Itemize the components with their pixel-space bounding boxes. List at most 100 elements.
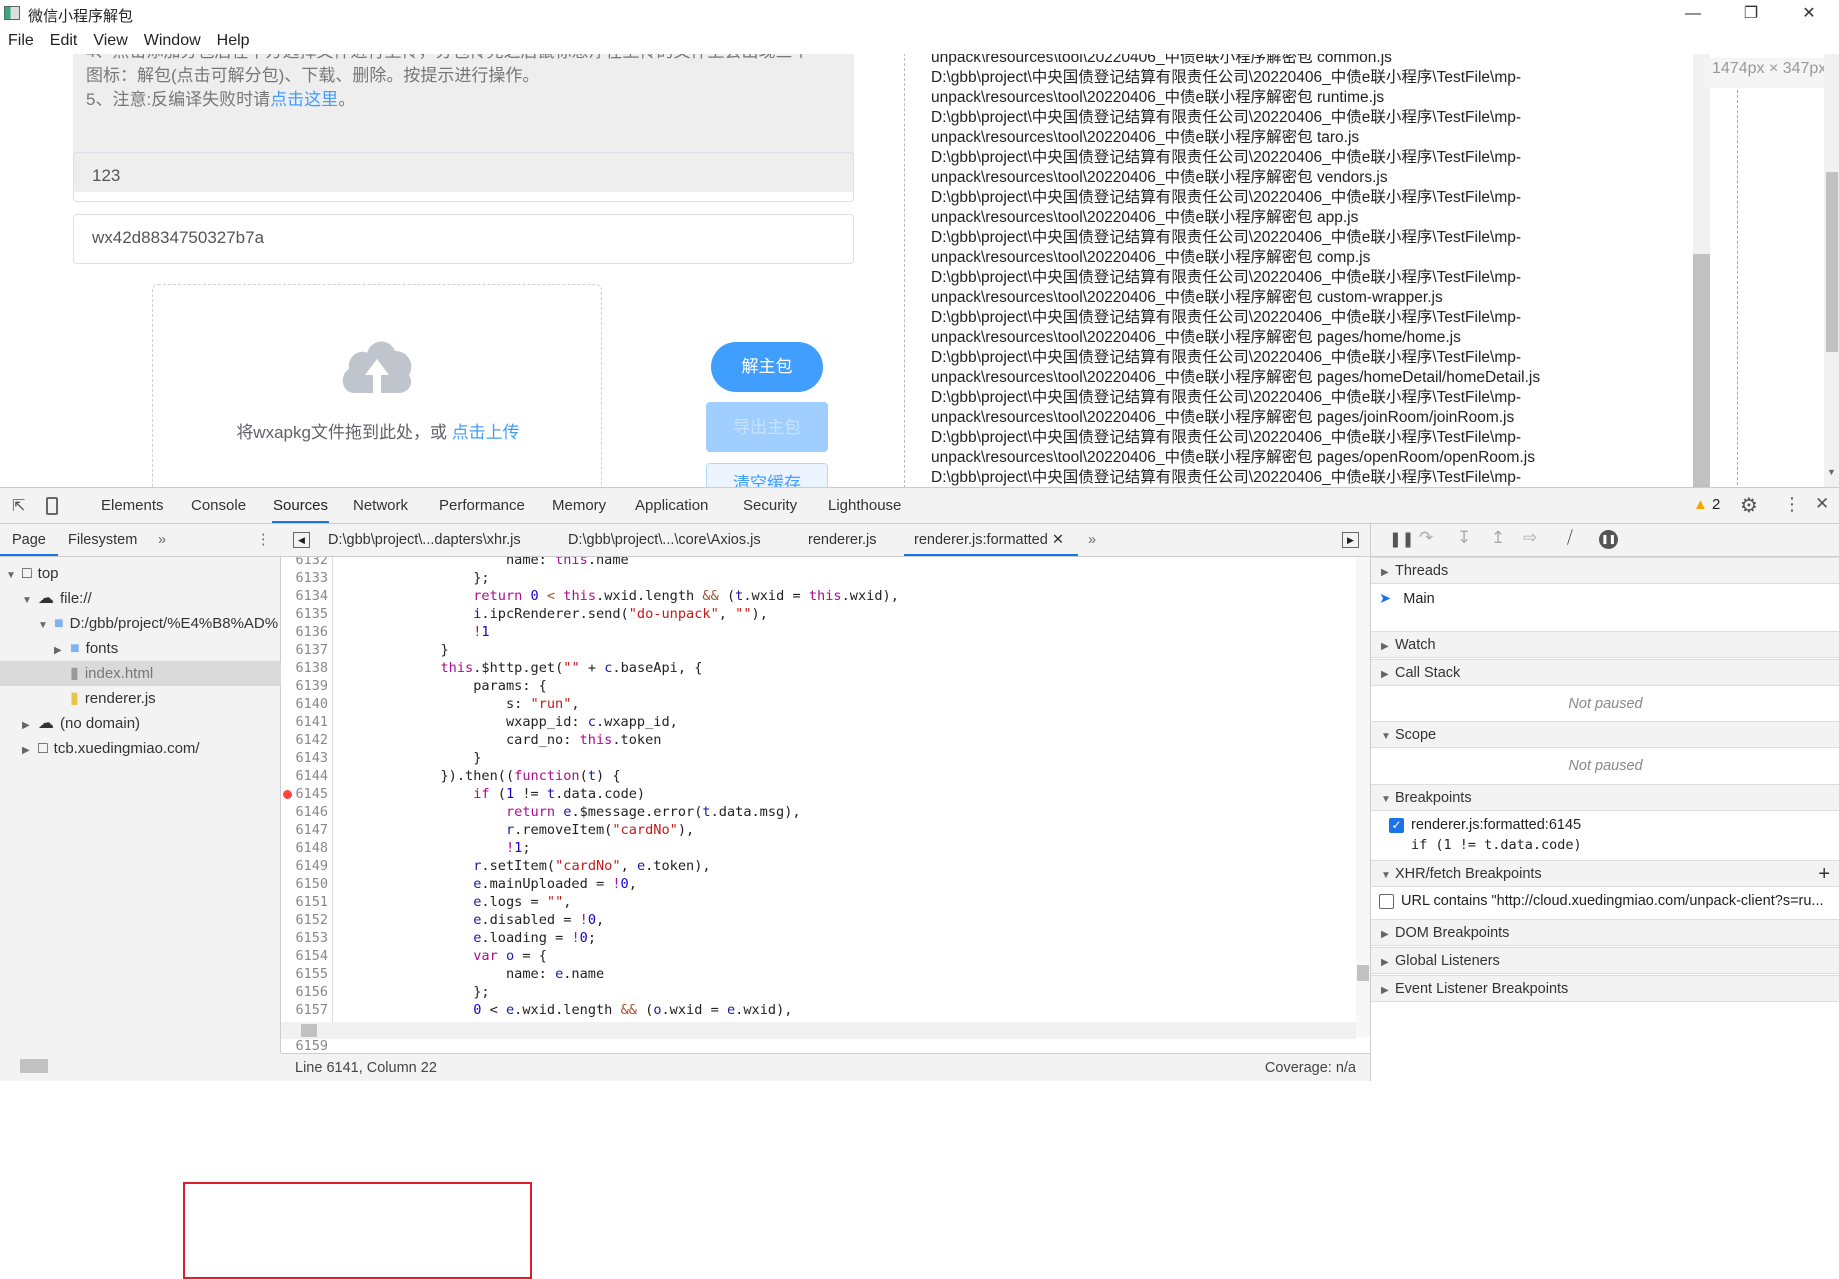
more-tabs-icon[interactable]: » xyxy=(158,524,166,556)
line-number[interactable]: 6136 xyxy=(295,623,328,641)
tree-item[interactable]: ▶ □ tcb.xuedingmiao.com/ xyxy=(0,736,281,761)
line-number[interactable]: 6137 xyxy=(295,641,328,659)
pause-on-exceptions-icon[interactable]: ❚❚ xyxy=(1599,530,1618,549)
tree-item[interactable]: ▮ index.html xyxy=(0,661,281,686)
code-editor[interactable]: 6132 6133 6134 6135 6136 6137 6138 6139 6140 6141… xyxy=(281,557,1370,1053)
tab-lighthouse[interactable]: Lighthouse xyxy=(827,488,902,523)
warning-icon[interactable]: ▲ xyxy=(1693,496,1708,513)
close-window-button[interactable]: ✕ xyxy=(1786,2,1832,26)
breakpoint-checkbox[interactable]: ✓ xyxy=(1389,818,1404,833)
line-number[interactable]: 6147 xyxy=(295,821,328,839)
file-tab-xhr[interactable]: D:\gbb\project\...dapters\xhr.js xyxy=(328,524,521,556)
menu-help[interactable]: Help xyxy=(209,28,258,54)
step-into-icon[interactable]: ↧ xyxy=(1457,528,1471,548)
help-link[interactable]: 点击这里 xyxy=(270,90,338,109)
card-number-input[interactable]: 123 xyxy=(73,152,854,202)
line-number[interactable]: 6145 xyxy=(295,785,328,803)
menu-file[interactable]: File xyxy=(0,28,42,54)
line-number[interactable]: 6150 xyxy=(295,875,328,893)
tab-memory[interactable]: Memory xyxy=(551,488,607,523)
xhr-breakpoint-url[interactable]: URL contains "http://cloud.xuedingmiao.c… xyxy=(1401,893,1824,909)
warning-count[interactable]: 2 xyxy=(1712,496,1720,513)
file-tab-renderer[interactable]: renderer.js xyxy=(808,524,877,556)
minimize-button[interactable]: — xyxy=(1670,2,1716,26)
file-tab-axios[interactable]: D:\gbb\project\...\core\Axios.js xyxy=(568,524,761,556)
threads-section[interactable]: ▶ Threads xyxy=(1371,557,1839,584)
dom-breakpoints-section[interactable]: ▶ DOM Breakpoints xyxy=(1371,919,1839,946)
tab-sources[interactable]: Sources xyxy=(272,488,330,523)
nav-scroll-thumb[interactable] xyxy=(20,1059,48,1073)
log-scroll-thumb[interactable] xyxy=(1693,254,1710,487)
tab-performance[interactable]: Performance xyxy=(438,488,526,523)
tab-security[interactable]: Security xyxy=(742,488,798,523)
global-listeners-section[interactable]: ▶ Global Listeners xyxy=(1371,947,1839,974)
line-number[interactable]: 6133 xyxy=(295,569,328,587)
nav-menu-icon[interactable]: ⋮ xyxy=(256,524,271,556)
tab-network[interactable]: Network xyxy=(352,488,409,523)
line-number[interactable]: 6148 xyxy=(295,839,328,857)
line-number[interactable]: 6139 xyxy=(295,677,328,695)
device-toolbar-icon[interactable] xyxy=(46,497,58,515)
vscroll-thumb[interactable] xyxy=(1357,965,1369,981)
collapsed-arrow-icon[interactable]: ▶ xyxy=(54,638,68,663)
tab-elements[interactable]: Elements xyxy=(100,488,165,523)
tab-console[interactable]: Console xyxy=(190,488,247,523)
line-number[interactable]: 6152 xyxy=(295,911,328,929)
line-number[interactable]: 6134 xyxy=(295,587,328,605)
xhr-breakpoint-checkbox[interactable] xyxy=(1379,894,1394,909)
thread-main[interactable]: ➤ Main xyxy=(1379,586,1435,612)
tree-item[interactable]: ▼ ■ D:/gbb/project/%E4%B8%AD% xyxy=(0,611,281,636)
line-number[interactable]: 6153 xyxy=(295,929,328,947)
line-number[interactable]: 6138 xyxy=(295,659,328,677)
page-scrollbar[interactable]: ▼ xyxy=(1824,54,1839,487)
line-number[interactable]: 6149 xyxy=(295,857,328,875)
restore-button[interactable]: ❐ xyxy=(1728,2,1774,26)
toggle-debugger-icon[interactable]: ▶ xyxy=(1342,532,1359,548)
scope-section[interactable]: ▼ Scope xyxy=(1371,721,1839,748)
appid-input[interactable]: wx42d8834750327b7a xyxy=(73,214,854,264)
line-number[interactable]: 6155 xyxy=(295,965,328,983)
line-number[interactable]: 6151 xyxy=(295,893,328,911)
collapsed-arrow-icon[interactable]: ▶ xyxy=(22,713,36,738)
step-out-icon[interactable]: ↥ xyxy=(1491,528,1505,548)
more-files-icon[interactable]: » xyxy=(1088,524,1096,556)
tree-item[interactable]: ▮ renderer.js xyxy=(0,686,281,711)
expanded-arrow-icon[interactable]: ▼ xyxy=(22,588,36,613)
tab-application[interactable]: Application xyxy=(634,488,709,523)
menu-view[interactable]: View xyxy=(85,28,135,54)
close-devtools-icon[interactable]: ✕ xyxy=(1815,494,1829,514)
tree-item[interactable]: ▶ ■ fonts xyxy=(0,636,281,661)
line-number[interactable]: 6146 xyxy=(295,803,328,821)
deactivate-breakpoints-icon[interactable]: ⧸ xyxy=(1567,528,1573,548)
expanded-arrow-icon[interactable]: ▼ xyxy=(38,613,52,638)
event-listener-breakpoints-section[interactable]: ▶ Event Listener Breakpoints xyxy=(1371,975,1839,1002)
export-main-button[interactable]: 导出主包 xyxy=(706,402,828,452)
line-gutter[interactable]: 6132 6133 6134 6135 6136 6137 6138 6139 6140 6141… xyxy=(281,557,333,1053)
expanded-arrow-icon[interactable]: ▼ xyxy=(6,563,20,588)
click-upload-link[interactable]: 点击上传 xyxy=(452,423,520,442)
tree-item[interactable]: ▼ □ top xyxy=(0,561,281,586)
clear-cache-button[interactable]: 清空缓存 xyxy=(706,463,828,487)
line-number[interactable]: 6132 xyxy=(295,557,328,569)
menu-edit[interactable]: Edit xyxy=(42,28,86,54)
coverage-status[interactable]: Coverage: n/a xyxy=(1265,1060,1356,1076)
call-stack-section[interactable]: ▶ Call Stack xyxy=(1371,659,1839,686)
line-number[interactable]: 6143 xyxy=(295,749,328,767)
line-number[interactable]: 6144 xyxy=(295,767,328,785)
step-icon[interactable]: ⇨ xyxy=(1523,528,1537,548)
vertical-scrollbar[interactable] xyxy=(1356,557,1370,1037)
menu-window[interactable]: Window xyxy=(136,28,209,54)
tree-item[interactable]: ▶ ☁ (no domain) xyxy=(0,711,281,736)
line-number[interactable]: 6142 xyxy=(295,731,328,749)
breakpoint-location[interactable]: renderer.js:formatted:6145 xyxy=(1411,817,1581,833)
scroll-down-arrow-icon[interactable]: ▼ xyxy=(1827,467,1836,477)
breakpoint-marker-icon[interactable] xyxy=(283,790,292,799)
xhr-breakpoints-section[interactable]: ▼ XHR/fetch Breakpoints + xyxy=(1371,860,1839,887)
nav-tab-filesystem[interactable]: Filesystem xyxy=(68,524,137,556)
toggle-navigator-icon[interactable]: ◀ xyxy=(293,532,310,548)
file-tab-renderer-formatted[interactable]: renderer.js:formatted ✕ xyxy=(904,524,1078,556)
breakpoints-section[interactable]: ▼ Breakpoints xyxy=(1371,784,1839,811)
line-number[interactable]: 6141 xyxy=(295,713,328,731)
line-number[interactable]: 6140 xyxy=(295,695,328,713)
add-xhr-breakpoint-icon[interactable]: + xyxy=(1818,861,1830,888)
